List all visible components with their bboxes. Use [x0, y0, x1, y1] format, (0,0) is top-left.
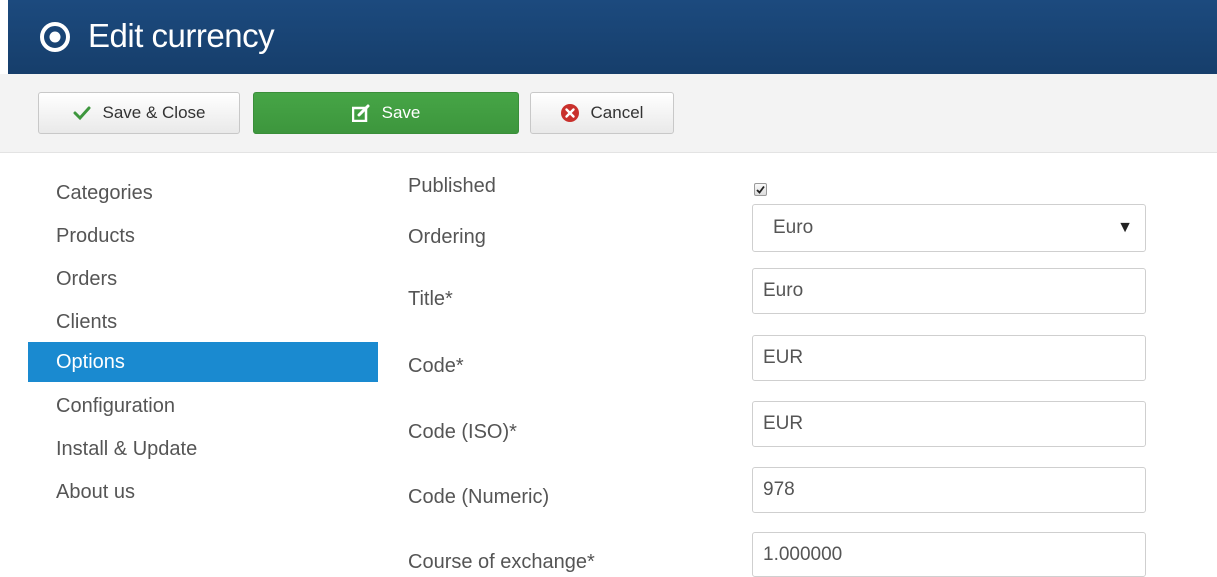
- published-checkbox[interactable]: [754, 183, 767, 196]
- published-label: Published: [408, 175, 496, 197]
- cancel-button[interactable]: Cancel: [530, 92, 674, 134]
- ordering-label: Ordering: [408, 226, 486, 248]
- code-input[interactable]: EUR: [752, 335, 1146, 381]
- code-label: Code*: [408, 355, 464, 377]
- page-title: Edit currency: [88, 17, 275, 54]
- sidebar-item-about-us[interactable]: About us: [28, 472, 378, 512]
- title-input[interactable]: Euro: [752, 268, 1146, 314]
- ordering-select[interactable]: Euro ▼: [752, 204, 1146, 252]
- course-of-exchange-label: Course of exchange*: [408, 551, 595, 573]
- course-of-exchange-input[interactable]: 1.000000: [752, 532, 1146, 577]
- save-label: Save: [381, 103, 421, 122]
- dropdown-arrow-icon: ▼: [1117, 219, 1133, 236]
- code-iso-label: Code (ISO)*: [408, 421, 517, 443]
- code-numeric-input[interactable]: 978: [752, 467, 1146, 513]
- sidebar-item-install-update[interactable]: Install & Update: [28, 429, 378, 469]
- sidebar-item-orders[interactable]: Orders: [28, 259, 378, 299]
- sidebar-item-products[interactable]: Products: [28, 216, 378, 256]
- code-numeric-label: Code (Numeric): [408, 486, 550, 508]
- check-icon: [73, 106, 90, 121]
- edit-icon: [351, 104, 370, 122]
- sidebar-item-categories[interactable]: Categories: [28, 173, 378, 213]
- sidebar-item-options[interactable]: Options: [28, 342, 378, 382]
- save-button[interactable]: Save: [253, 92, 519, 134]
- sidebar-item-clients[interactable]: Clients: [28, 302, 378, 342]
- cancel-label: Cancel: [590, 103, 644, 122]
- toolbar: Save & Close Save Cancel: [0, 74, 1217, 153]
- title-label: Title*: [408, 288, 453, 310]
- target-icon: [40, 22, 70, 52]
- sidebar-item-configuration[interactable]: Configuration: [28, 386, 378, 426]
- save-close-label: Save & Close: [102, 103, 206, 122]
- cancel-circle-icon: [560, 104, 579, 122]
- code-iso-input[interactable]: EUR: [752, 401, 1146, 447]
- ordering-selected-value: Euro: [773, 217, 814, 238]
- save-close-button[interactable]: Save & Close: [38, 92, 240, 134]
- page-header: Edit currency: [8, 0, 1217, 74]
- checkmark-icon: [756, 185, 765, 194]
